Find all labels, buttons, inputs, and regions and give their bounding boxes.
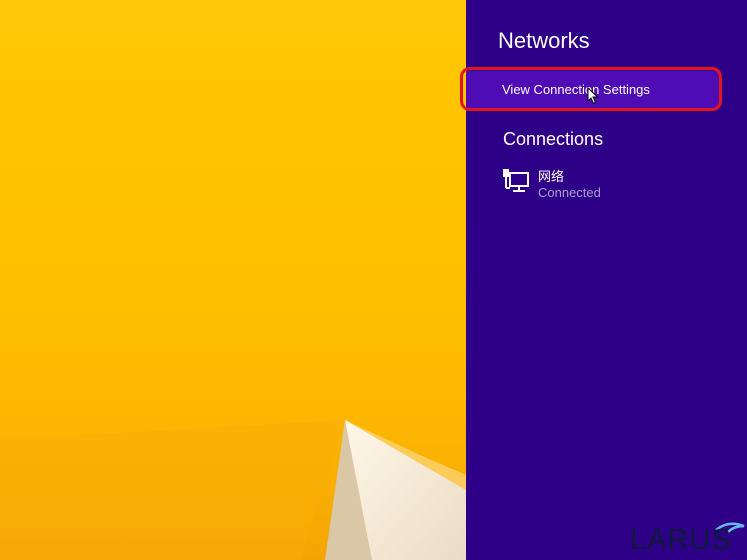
wallpaper-shapes	[0, 385, 466, 560]
mouse-cursor-icon	[587, 87, 599, 105]
panel-title: Networks	[498, 28, 590, 53]
connections-header: Connections	[503, 129, 604, 149]
desktop-wallpaper	[0, 0, 466, 560]
network-list-item[interactable]: 网络 Connected	[502, 166, 702, 204]
larus-logo: LARUS	[630, 522, 745, 556]
network-status: Connected	[538, 185, 601, 200]
logo-text: LARUS	[630, 524, 732, 556]
network-name: 网络	[538, 169, 565, 184]
wired-network-icon	[503, 169, 529, 192]
view-connection-settings-label: View Connection Settings	[502, 82, 650, 97]
networks-panel: Networks View Connection Settings Connec…	[460, 0, 747, 560]
